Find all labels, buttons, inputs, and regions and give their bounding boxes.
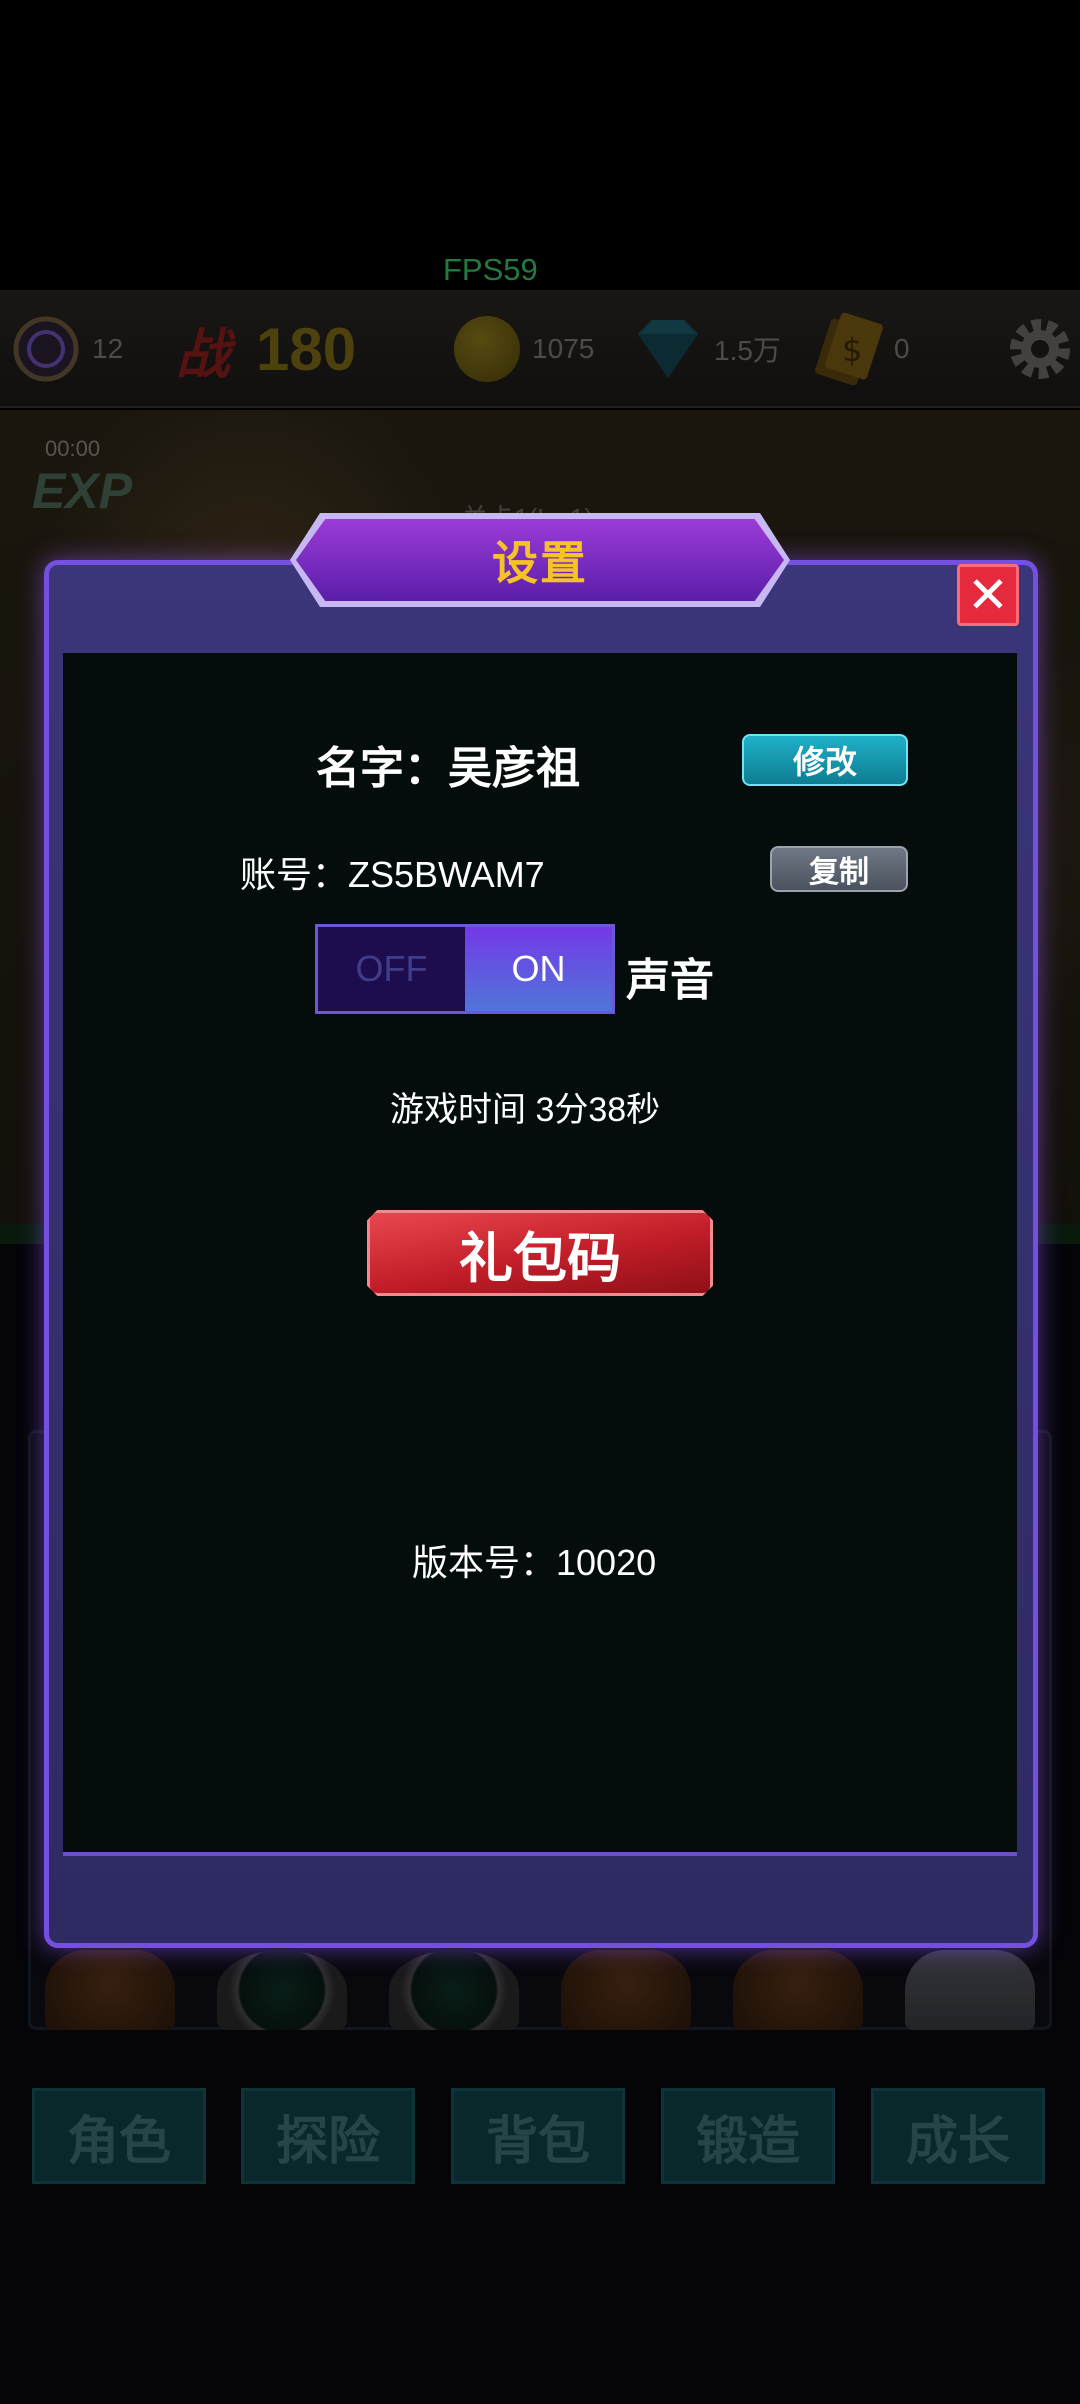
version-number: 版本号：10020 — [412, 1542, 657, 1583]
modify-name-button[interactable]: 修改 — [742, 734, 908, 786]
close-icon: ✕ — [967, 567, 1009, 623]
play-time: 游戏时间 3分38秒 — [390, 1091, 661, 1129]
copy-account-button[interactable]: 复制 — [770, 846, 908, 892]
sound-toggle[interactable]: OFF ON — [315, 924, 615, 1014]
title-banner: 设置 — [296, 519, 784, 601]
account-id: 账号：ZS5BWAM7 — [240, 854, 545, 895]
sound-on-option[interactable]: ON — [465, 927, 612, 1011]
dialog-divider — [63, 1852, 1017, 1856]
gift-code-button[interactable]: 礼包码 — [367, 1210, 713, 1296]
close-button[interactable]: ✕ — [957, 564, 1019, 626]
sound-label: 声音 — [626, 956, 714, 1005]
dialog-title: 设置 — [492, 537, 588, 589]
player-name: 名字：吴彦祖 — [316, 744, 580, 793]
sound-off-option[interactable]: OFF — [318, 927, 465, 1011]
